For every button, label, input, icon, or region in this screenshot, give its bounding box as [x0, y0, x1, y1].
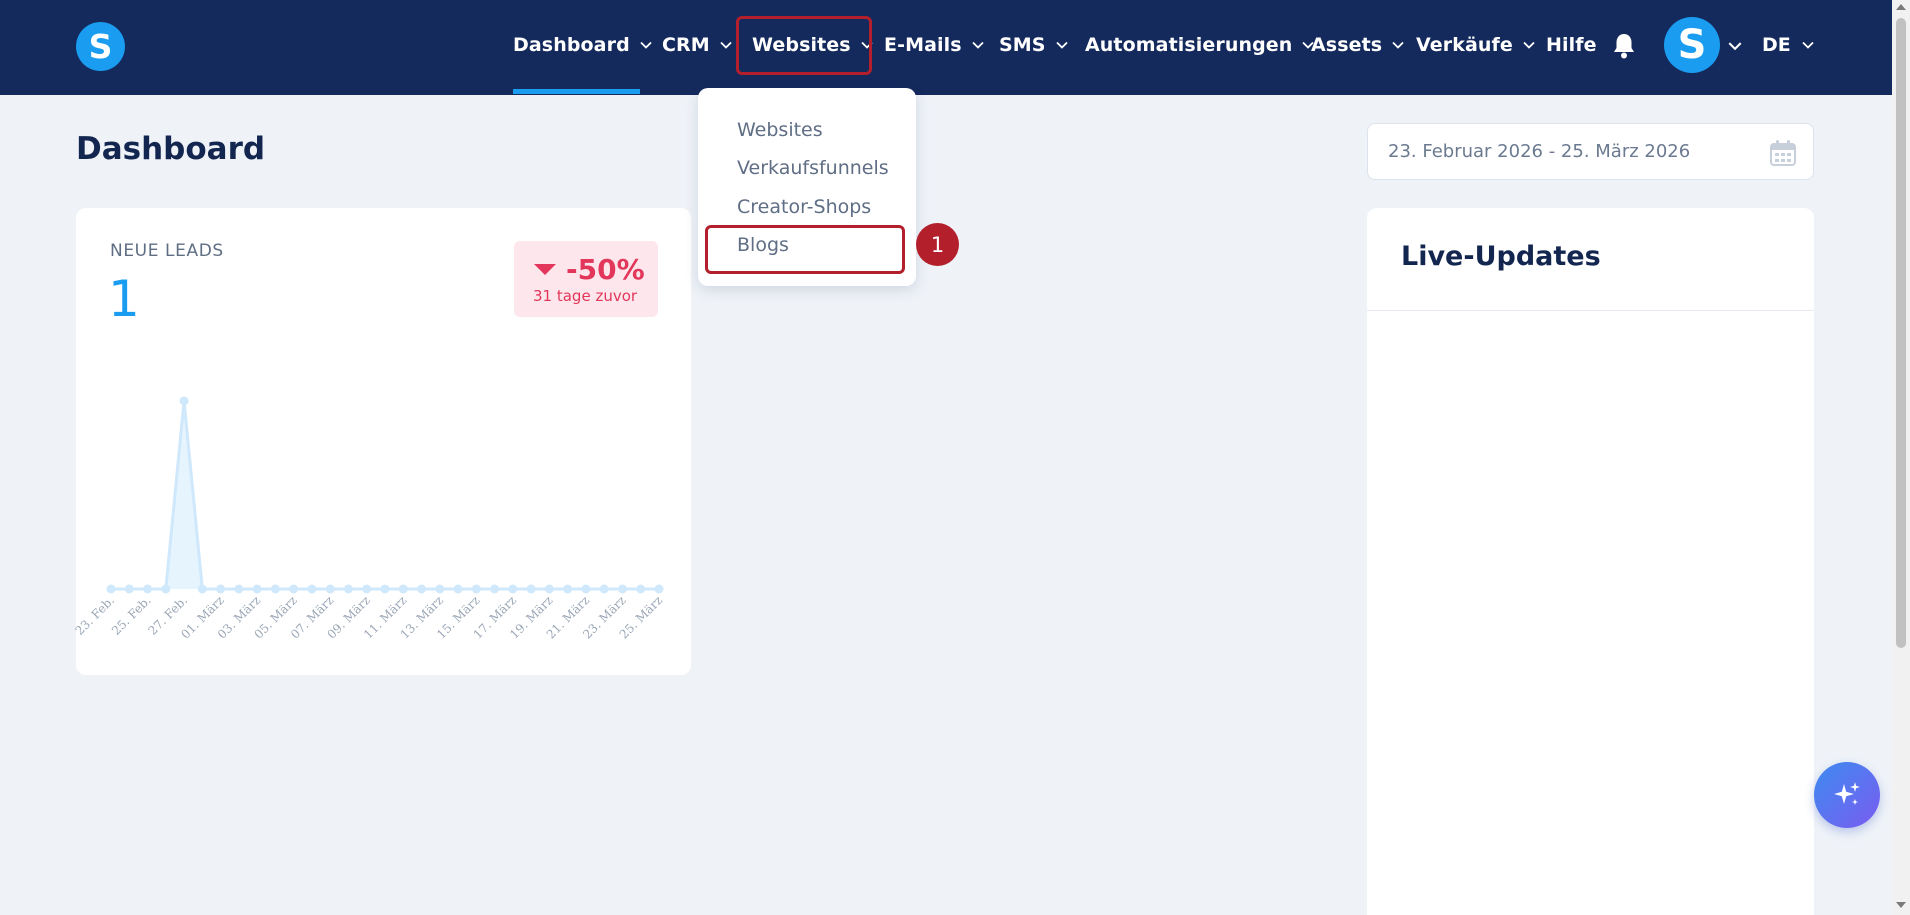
data-point[interactable]	[654, 584, 664, 594]
ai-assistant-button[interactable]	[1814, 762, 1880, 828]
data-point[interactable]	[617, 584, 627, 594]
top-navigation-bar: S Dashboard CRM Websites E-Mails SMS Aut…	[0, 0, 1892, 95]
calendar-icon	[1770, 140, 1796, 166]
x-tick-label: 25. Feb.	[109, 593, 154, 638]
live-updates-title: Live-Updates	[1401, 241, 1601, 272]
step-badge: 1	[916, 223, 959, 266]
nav-item-label: CRM	[662, 34, 710, 56]
scroll-down-arrow[interactable]	[1896, 902, 1906, 908]
data-point[interactable]	[289, 584, 299, 594]
x-tick-label: 23. Feb.	[72, 593, 117, 638]
data-point[interactable]	[216, 584, 226, 594]
scroll-up-arrow[interactable]	[1896, 4, 1906, 10]
data-point[interactable]	[508, 584, 518, 594]
data-point[interactable]	[544, 584, 554, 594]
data-point[interactable]	[417, 584, 427, 594]
bell-icon[interactable]	[1611, 32, 1637, 60]
nav-item-label: Automatisierungen	[1085, 34, 1293, 56]
nav-item-label: Assets	[1311, 34, 1383, 56]
date-range-value: 23. Februar 2026 - 25. März 2026	[1388, 141, 1691, 162]
data-point[interactable]	[362, 584, 372, 594]
chevron-down-icon	[1390, 37, 1406, 53]
data-point[interactable]	[143, 584, 153, 594]
chevron-down-icon	[1801, 38, 1815, 52]
language-selector[interactable]: DE	[1762, 30, 1815, 60]
nav-item-emails[interactable]: E-Mails	[884, 30, 986, 60]
data-point[interactable]	[581, 584, 591, 594]
data-point[interactable]	[234, 584, 244, 594]
brand-logo-letter: S	[88, 27, 113, 66]
divider	[1367, 310, 1814, 311]
nav-item-hilfe[interactable]: Hilfe	[1546, 30, 1597, 60]
nav-item-crm[interactable]: CRM	[662, 30, 734, 60]
data-point[interactable]	[490, 584, 500, 594]
menu-item-websites[interactable]: Websites	[737, 119, 823, 141]
chevron-down-icon	[1054, 37, 1070, 53]
brand-logo[interactable]: S	[76, 22, 125, 71]
nav-item-verkaeufe[interactable]: Verkäufe	[1416, 30, 1537, 60]
nav-item-automatisierungen[interactable]: Automatisierungen	[1085, 30, 1316, 60]
nav-active-indicator	[513, 89, 640, 94]
data-point[interactable]	[435, 584, 445, 594]
nav-item-label: E-Mails	[884, 34, 962, 56]
chevron-down-icon	[970, 37, 986, 53]
chevron-down-icon	[638, 37, 654, 53]
websites-highlight-box	[736, 16, 872, 75]
data-point[interactable]	[380, 584, 390, 594]
nav-item-label: SMS	[999, 34, 1046, 56]
data-point[interactable]	[526, 584, 536, 594]
data-point[interactable]	[270, 584, 280, 594]
data-point[interactable]	[325, 584, 335, 594]
nav-item-label: Hilfe	[1546, 34, 1597, 56]
chevron-down-icon	[718, 37, 734, 53]
blogs-highlight-box	[705, 225, 905, 274]
nav-item-assets[interactable]: Assets	[1311, 30, 1406, 60]
data-point[interactable]	[471, 584, 481, 594]
data-point[interactable]	[563, 584, 573, 594]
leads-chart: 23. Feb.25. Feb.27. Feb.01. März03. März…	[72, 396, 665, 642]
page-title: Dashboard	[76, 131, 266, 167]
data-point[interactable]	[453, 584, 463, 594]
date-range-picker[interactable]: 23. Februar 2026 - 25. März 2026	[1367, 123, 1814, 180]
menu-item-creator-shops[interactable]: Creator-Shops	[737, 196, 871, 218]
nav-item-dashboard[interactable]: Dashboard	[513, 30, 654, 60]
language-label: DE	[1762, 34, 1791, 56]
data-point[interactable]	[161, 584, 171, 594]
data-point[interactable]	[124, 584, 134, 594]
chevron-down-icon	[1521, 37, 1537, 53]
data-point[interactable]	[307, 584, 317, 594]
data-point[interactable]	[197, 584, 207, 594]
nav-item-label: Verkäufe	[1416, 34, 1513, 56]
menu-item-verkaufsfunnels[interactable]: Verkaufsfunnels	[737, 157, 889, 179]
nav-item-label: Dashboard	[513, 34, 630, 56]
live-updates-panel: Live-Updates	[1367, 208, 1814, 915]
scrollbar-thumb[interactable]	[1896, 18, 1906, 648]
data-point[interactable]	[106, 584, 116, 594]
data-point[interactable]	[636, 584, 646, 594]
data-point[interactable]	[179, 396, 189, 406]
new-leads-card: NEUE LEADS 1 -50% 31 tage zuvor 23. Feb.…	[72, 208, 691, 675]
data-point[interactable]	[252, 584, 262, 594]
data-point[interactable]	[599, 584, 609, 594]
user-avatar[interactable]: S	[1664, 17, 1720, 73]
avatar-letter: S	[1677, 22, 1707, 68]
sparkles-icon	[1834, 782, 1860, 805]
data-point[interactable]	[398, 584, 408, 594]
nav-item-sms[interactable]: SMS	[999, 30, 1070, 60]
data-point[interactable]	[343, 584, 353, 594]
chevron-down-icon[interactable]	[1727, 38, 1743, 54]
